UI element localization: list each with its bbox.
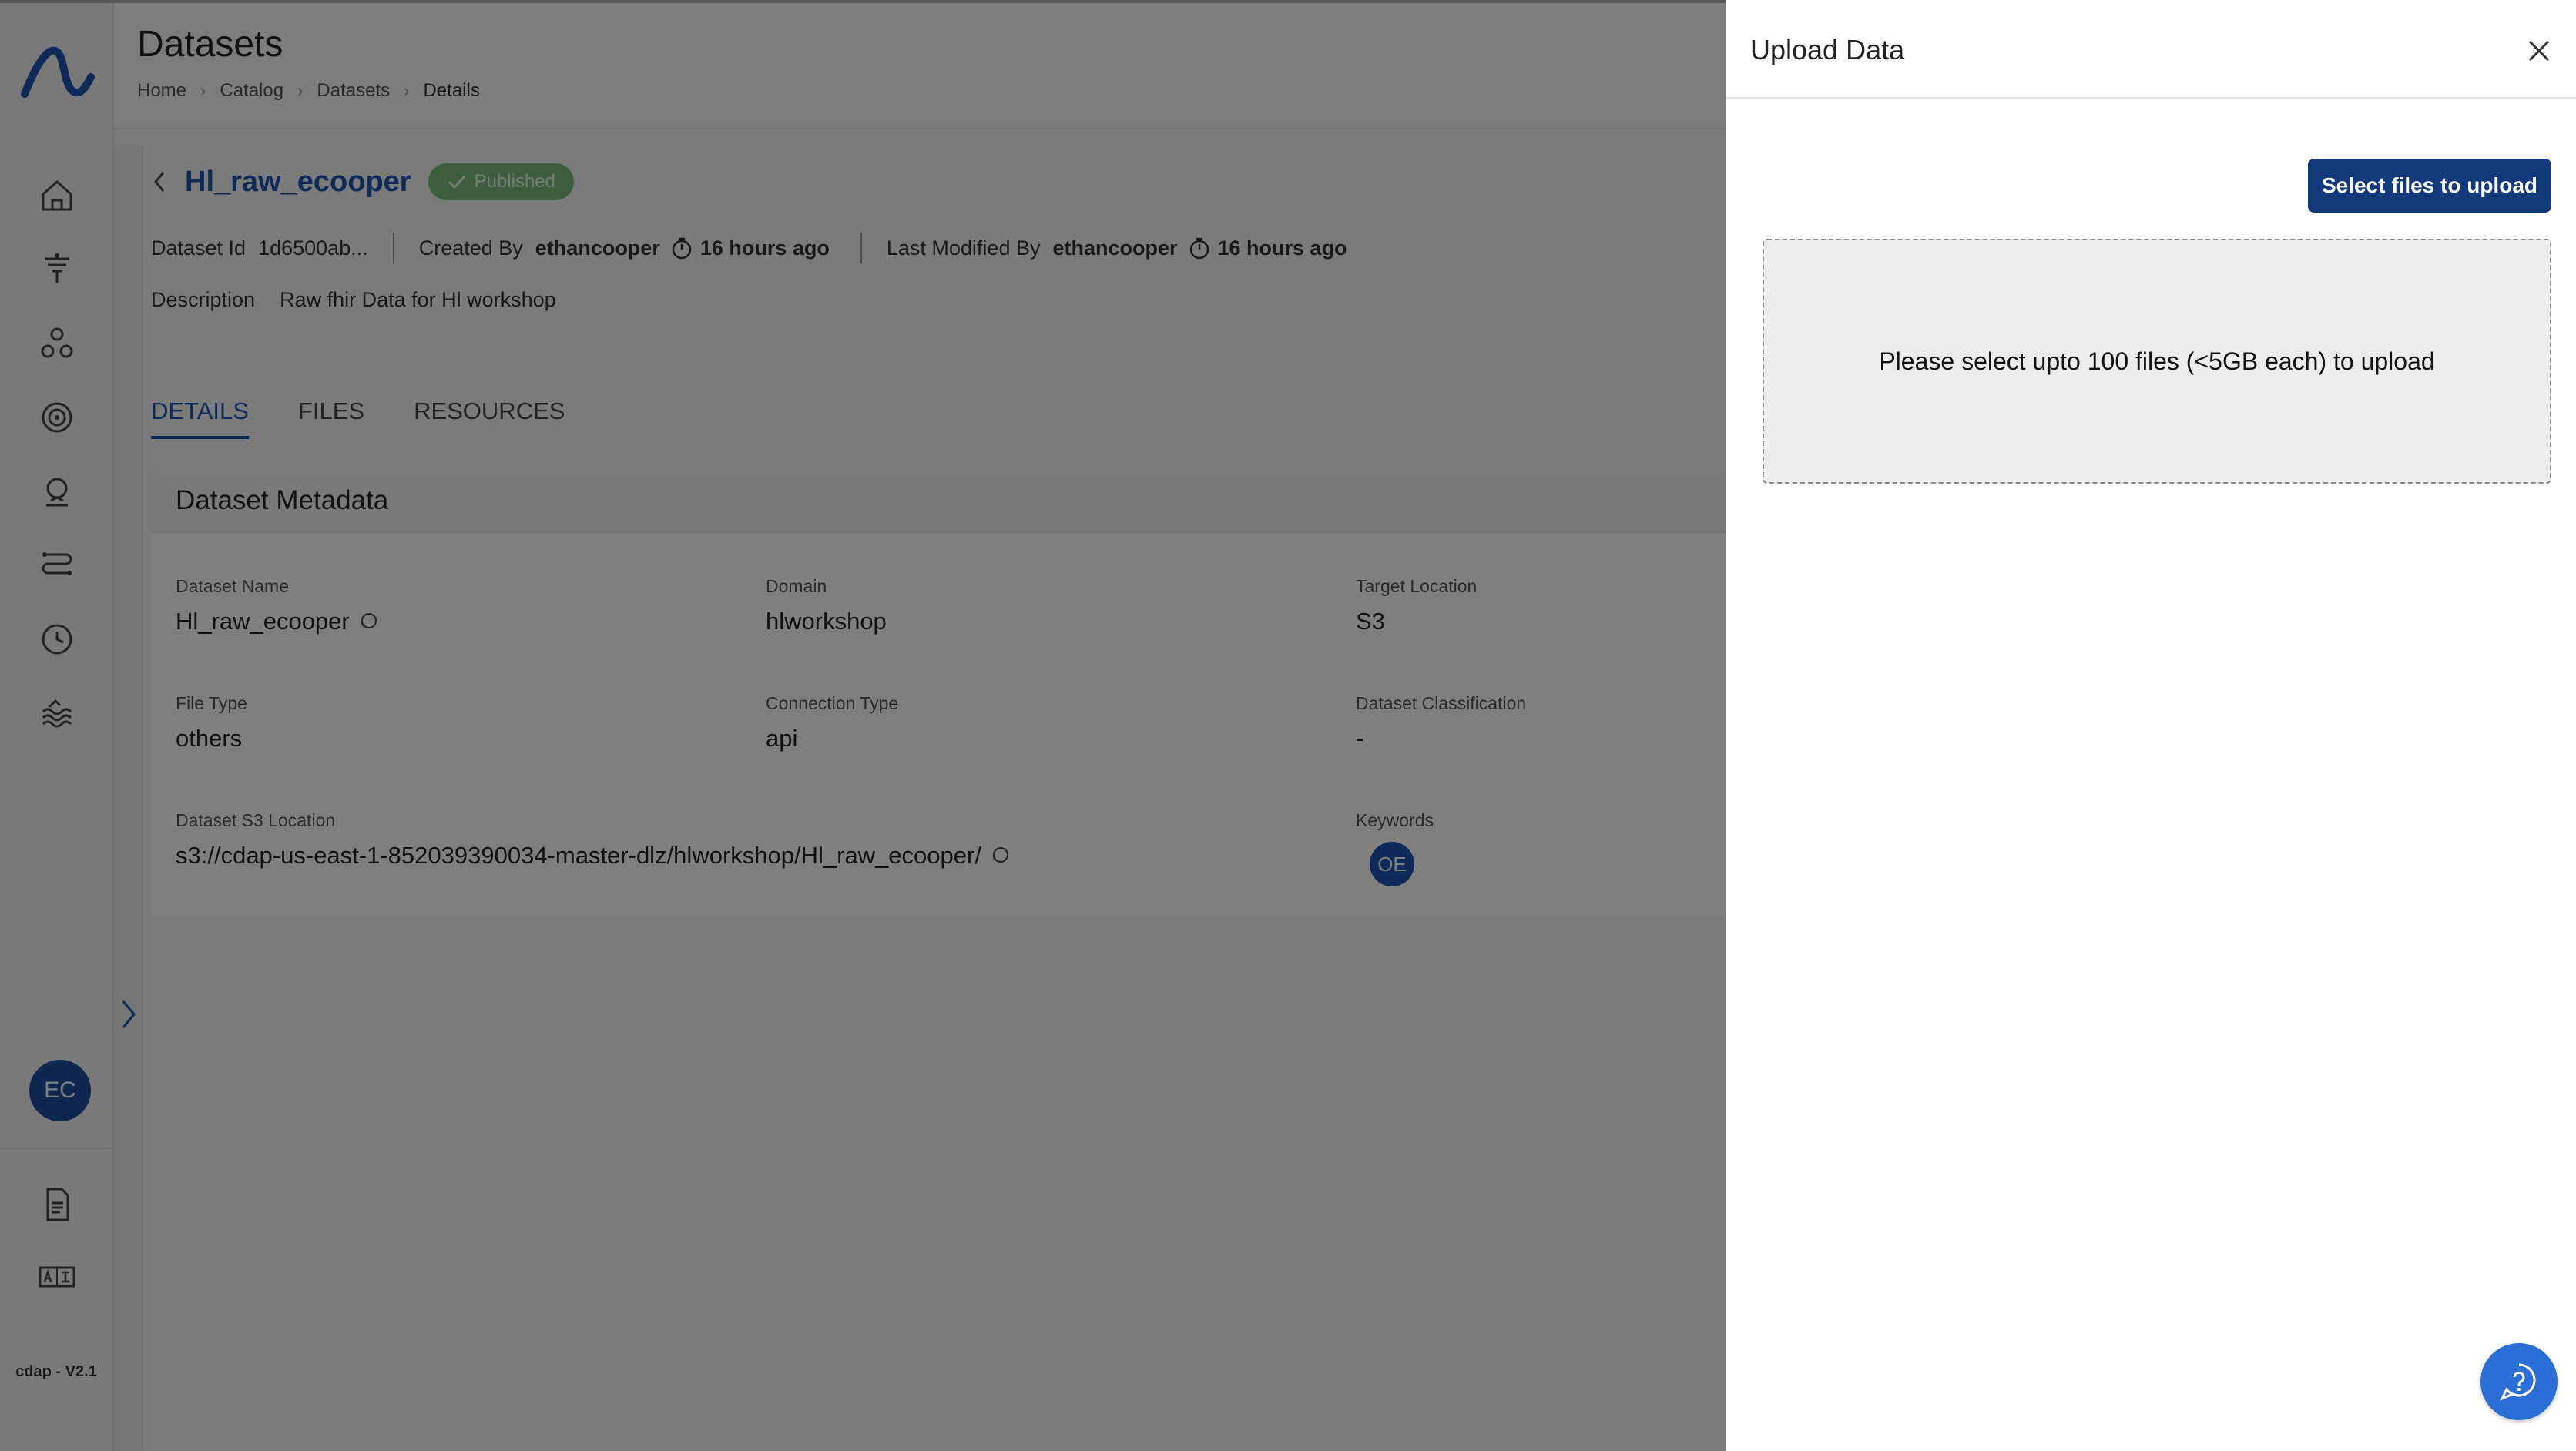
drawer-header: Upload Data <box>1726 0 2576 99</box>
help-chat-icon <box>2499 1363 2536 1401</box>
close-icon[interactable] <box>2525 37 2553 65</box>
select-files-button[interactable]: Select files to upload <box>2307 159 2551 213</box>
modal-backdrop[interactable] <box>0 0 1726 1451</box>
help-button[interactable] <box>2480 1343 2558 1420</box>
upload-drawer: Upload Data Select files to upload Pleas… <box>1726 0 2576 1451</box>
dropzone-text: Please select upto 100 files (<5GB each)… <box>1879 347 2435 375</box>
file-dropzone[interactable]: Please select upto 100 files (<5GB each)… <box>1763 239 2551 484</box>
drawer-title: Upload Data <box>1750 34 1905 65</box>
